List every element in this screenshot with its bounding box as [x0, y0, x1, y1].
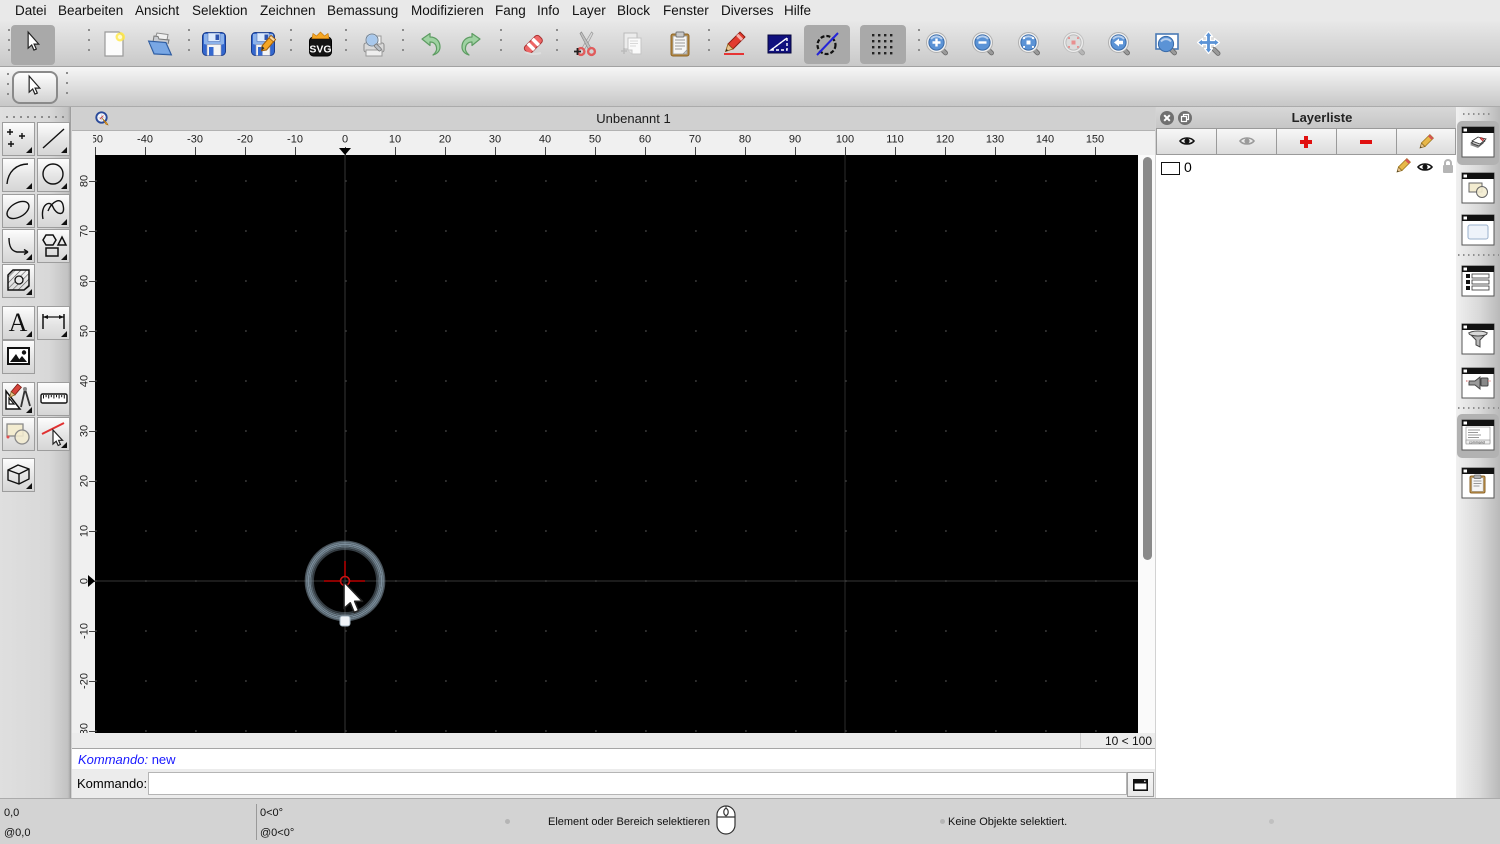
- svg-text:-10: -10: [287, 134, 303, 146]
- svg-text:70: 70: [79, 225, 91, 237]
- svg-text:110: 110: [886, 134, 904, 146]
- svg-text:140: 140: [1036, 134, 1054, 146]
- svg-text:10: 10: [79, 525, 91, 537]
- svg-text:80: 80: [79, 175, 91, 187]
- svg-text:40: 40: [539, 134, 551, 146]
- svg-text:50: 50: [589, 134, 601, 146]
- svg-text:90: 90: [789, 134, 801, 146]
- svg-text:10: 10: [389, 134, 401, 146]
- svg-text:-30: -30: [79, 723, 91, 733]
- svg-text:60: 60: [639, 134, 651, 146]
- svg-text:-30: -30: [187, 134, 203, 146]
- svg-text:60: 60: [79, 275, 91, 287]
- svg-text:command: command: [1469, 441, 1485, 445]
- svg-text:40: 40: [79, 375, 91, 387]
- svg-text:70: 70: [689, 134, 701, 146]
- svg-text:150: 150: [1086, 134, 1104, 146]
- svg-text:-40: -40: [137, 134, 153, 146]
- svg-text:80: 80: [739, 134, 751, 146]
- svg-text:30: 30: [489, 134, 501, 146]
- svg-text:20: 20: [439, 134, 451, 146]
- svg-text:0: 0: [342, 134, 348, 146]
- svg-text:-10: -10: [79, 623, 91, 639]
- svg-text:50: 50: [79, 325, 91, 337]
- svg-text:-20: -20: [79, 673, 91, 689]
- svg-text:30: 30: [79, 425, 91, 437]
- svg-text:20: 20: [79, 475, 91, 487]
- svg-text:SVG: SVG: [309, 44, 331, 56]
- svg-text:A: A: [9, 308, 28, 337]
- svg-text:130: 130: [986, 134, 1004, 146]
- svg-text:120: 120: [936, 134, 954, 146]
- svg-text:100: 100: [836, 134, 854, 146]
- svg-text:-20: -20: [237, 134, 253, 146]
